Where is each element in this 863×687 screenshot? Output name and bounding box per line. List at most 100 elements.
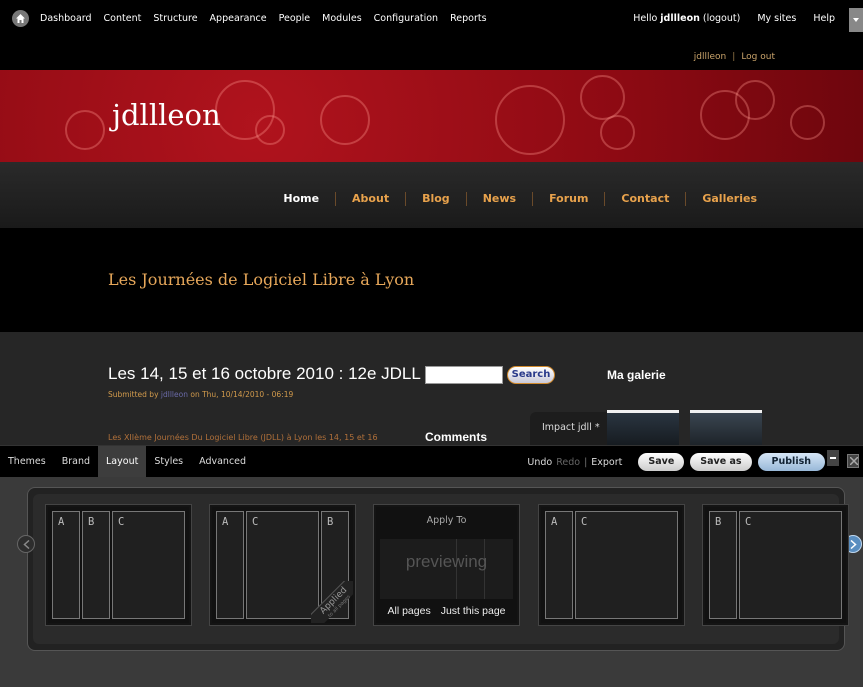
layout-region-c: C — [112, 511, 185, 619]
minimize-icon[interactable] — [827, 450, 839, 466]
decor-circle — [320, 95, 370, 145]
admin-toolbar: Dashboard Content Structure Appearance P… — [0, 0, 863, 70]
layout-region-a: A — [52, 511, 80, 619]
region-label: C — [118, 516, 125, 528]
admin-menu: Dashboard Content Structure Appearance P… — [40, 13, 499, 24]
region-label: A — [58, 516, 65, 528]
decor-circle — [255, 115, 285, 145]
tab-themes[interactable]: Themes — [0, 446, 54, 478]
tab-advanced[interactable]: Advanced — [191, 446, 254, 478]
admin-menu-dashboard[interactable]: Dashboard — [40, 13, 92, 24]
save-as-button[interactable]: Save as — [690, 453, 752, 471]
region-label: C — [252, 516, 259, 528]
my-sites-link[interactable]: My sites — [757, 13, 796, 24]
admin-menu-appearance[interactable]: Appearance — [210, 13, 267, 24]
region-label: C — [745, 516, 752, 528]
gallery-block-title: Ma galerie — [607, 368, 666, 382]
admin-user-area: Hello jdllleon (logout) My sites Help — [630, 13, 835, 24]
region-label: B — [327, 516, 334, 528]
carousel-prev-icon[interactable] — [17, 535, 35, 553]
apply-to-panel: Apply To previewing All pages Just this … — [373, 504, 520, 626]
publish-button[interactable]: Publish — [757, 453, 825, 471]
tab-brand[interactable]: Brand — [54, 446, 98, 478]
apply-options: All pages Just this page — [376, 605, 517, 617]
nav-news[interactable]: News — [465, 192, 532, 206]
comments-heading: Comments — [425, 430, 488, 444]
close-icon[interactable] — [847, 454, 859, 468]
site-slogan: Les Journées de Logiciel Libre à Lyon — [108, 270, 415, 289]
layout-option-acb[interactable]: A C B Applied to all pages — [209, 504, 356, 626]
apply-this-page-button[interactable]: Just this page — [441, 605, 506, 617]
undo-link[interactable]: Undo — [527, 457, 552, 468]
layout-region-c: C — [575, 511, 678, 619]
main-content: Les 14, 15 et 16 octobre 2010 : 12e JDLL… — [0, 332, 863, 452]
layout-option-abc[interactable]: A B C — [45, 504, 192, 626]
save-button[interactable]: Save — [638, 453, 685, 471]
nav-blog[interactable]: Blog — [405, 192, 466, 206]
primary-nav: Home About Blog News Forum Contact Galle… — [0, 162, 863, 228]
theme-builder-actions: Undo Redo | Export Save Save as Publish — [527, 453, 825, 471]
admin-menu-people[interactable]: People — [279, 13, 311, 24]
layout-region-c: C — [739, 511, 842, 619]
slogan-band: Les Journées de Logiciel Libre à Lyon — [0, 228, 863, 332]
toolbar-toggle[interactable] — [849, 8, 863, 32]
export-link[interactable]: Export — [591, 457, 622, 468]
previewing-label: previewing — [405, 552, 488, 571]
layout-region-b: B — [82, 511, 110, 619]
tab-styles[interactable]: Styles — [146, 446, 191, 478]
admin-menu-configuration[interactable]: Configuration — [374, 13, 438, 24]
decor-circle — [580, 75, 625, 120]
apply-to-title: Apply To — [426, 515, 467, 526]
layout-region-c: C — [246, 511, 319, 619]
greeting: Hello — [633, 13, 658, 24]
search-button[interactable]: Search — [507, 366, 555, 384]
submitted-prefix: Submitted by — [108, 390, 159, 399]
theme-builder-toolbar: Themes Brand Layout Styles Advanced Undo… — [0, 445, 863, 478]
admin-menu-modules[interactable]: Modules — [322, 13, 362, 24]
submitted-info: Submitted by jdllleon on Thu, 10/14/2010… — [108, 390, 293, 399]
node-teaser: Les XIIème Journées Du Logiciel Libre (J… — [108, 433, 378, 442]
region-label: A — [551, 516, 558, 528]
admin-menu-content[interactable]: Content — [104, 13, 142, 24]
tab-layout[interactable]: Layout — [98, 446, 147, 478]
decor-circle — [65, 110, 105, 150]
region-label: C — [581, 516, 588, 528]
admin-menu-structure[interactable]: Structure — [153, 13, 197, 24]
nav-galleries[interactable]: Galleries — [685, 192, 773, 206]
layout-region-a: A — [216, 511, 244, 619]
site-name[interactable]: jdllleon — [112, 98, 221, 132]
search-input[interactable] — [425, 366, 503, 384]
logout-link[interactable]: Log out — [741, 52, 775, 62]
decor-circle — [495, 85, 565, 155]
nav-about[interactable]: About — [335, 192, 405, 206]
user-links: jdllleon | Log out — [694, 52, 775, 62]
node-title[interactable]: Les 14, 15 et 16 octobre 2010 : 12e JDLL — [108, 364, 421, 384]
decor-circle — [600, 115, 635, 150]
region-label: B — [88, 516, 95, 528]
apply-all-pages-button[interactable]: All pages — [388, 605, 431, 617]
theme-builder-tabs: Themes Brand Layout Styles Advanced — [0, 446, 254, 478]
submitted-date: on Thu, 10/14/2010 - 06:19 — [190, 390, 294, 399]
home-icon[interactable] — [12, 10, 29, 27]
site-header: jdllleon — [0, 70, 863, 162]
layout-region-b: B — [709, 511, 737, 619]
author-link[interactable]: jdllleon — [161, 390, 188, 399]
nav-contact[interactable]: Contact — [604, 192, 685, 206]
redo-link[interactable]: Redo — [556, 457, 580, 468]
region-label: B — [715, 516, 722, 528]
decor-circle — [735, 80, 775, 120]
layout-panel: A B C A C B Applied to all pages Apply To… — [0, 477, 863, 687]
actions-separator: | — [584, 456, 588, 468]
admin-logout-link[interactable]: (logout) — [703, 13, 740, 24]
admin-menu-reports[interactable]: Reports — [450, 13, 486, 24]
user-account-link[interactable]: jdllleon — [694, 52, 726, 62]
applied-badge: Applied to all pages — [311, 581, 353, 623]
nav-forum[interactable]: Forum — [532, 192, 604, 206]
layout-region-a: A — [545, 511, 573, 619]
user-links-separator: | — [732, 52, 736, 62]
nav-home[interactable]: Home — [267, 192, 335, 206]
help-link[interactable]: Help — [813, 13, 835, 24]
layout-option-bc[interactable]: B C — [702, 504, 849, 626]
decor-circle — [790, 105, 825, 140]
layout-option-ac[interactable]: A C — [538, 504, 685, 626]
